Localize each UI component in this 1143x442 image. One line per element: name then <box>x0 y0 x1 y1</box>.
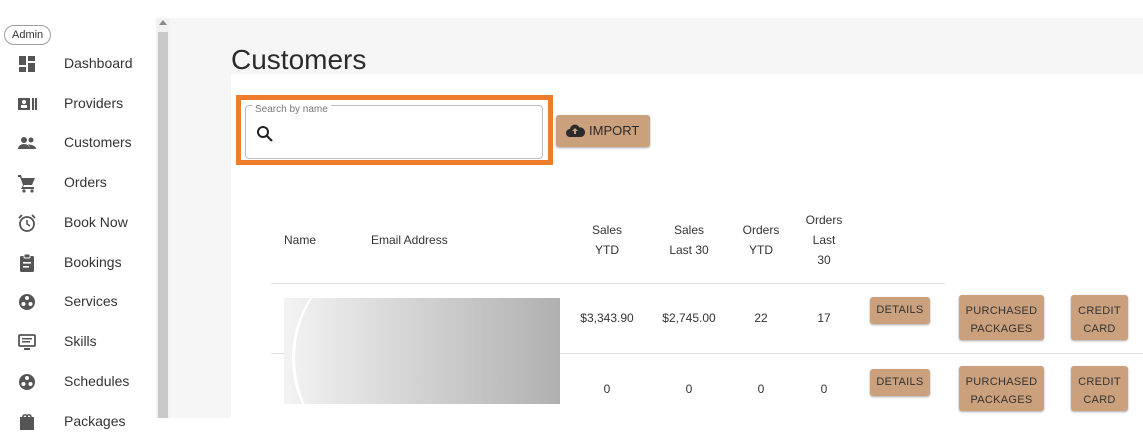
column-header-orders-last30: Orders Last 30 <box>801 210 847 270</box>
sidebar-item-label: Providers <box>64 95 124 111</box>
header-line: Last <box>812 233 836 247</box>
sidebar-item-orders[interactable]: Orders <box>0 163 156 203</box>
button-line: PURCHASED <box>965 305 1038 317</box>
details-button[interactable]: DETAILS <box>870 369 930 396</box>
sidebar-item-label: Packages <box>64 413 126 429</box>
network-icon <box>16 291 38 313</box>
sidebar-item-bookings[interactable]: Bookings <box>0 243 156 283</box>
sidebar-item-dashboard[interactable]: Dashboard <box>0 44 156 84</box>
sidebar-item-label: Skills <box>64 333 97 349</box>
column-header-sales-last30: Sales Last 30 <box>663 220 715 260</box>
network-icon <box>16 371 38 393</box>
button-line: CREDIT <box>1078 305 1121 317</box>
column-header-orders-ytd: Orders YTD <box>738 220 784 260</box>
sidebar-item-services[interactable]: Services <box>0 282 156 322</box>
sidebar-item-book-now[interactable]: Book Now <box>0 203 156 243</box>
cell-sales-last30: 0 <box>685 382 693 396</box>
header-line: Sales <box>591 223 623 237</box>
sidebar-scrollbar[interactable] <box>156 18 170 418</box>
sidebar-item-label: Customers <box>64 134 132 150</box>
header-line: 30 <box>817 253 831 267</box>
cell-sales-ytd: 0 <box>603 382 611 396</box>
credit-card-button[interactable]: CREDIT CARD <box>1071 366 1128 411</box>
button-line: PURCHASED <box>965 376 1038 388</box>
sidebar-item-packages[interactable]: Packages <box>0 402 156 442</box>
button-line: CREDIT <box>1078 376 1121 388</box>
import-button-label: IMPORT <box>589 123 640 138</box>
button-line: CARD <box>1083 394 1116 406</box>
sidebar-item-label: Schedules <box>64 373 130 389</box>
cell-orders-last30: 0 <box>820 382 828 396</box>
button-line: PACKAGES <box>970 394 1033 406</box>
sidebar: Admin Dashboard Providers Customers Orde… <box>0 0 156 430</box>
column-header-email: Email Address <box>371 233 448 247</box>
scroll-up-arrow-icon[interactable] <box>159 20 167 25</box>
purchased-packages-button[interactable]: PURCHASED PACKAGES <box>959 295 1044 340</box>
header-line: Orders <box>742 223 780 237</box>
cell-orders-ytd: 0 <box>757 382 765 396</box>
header-line: Sales <box>673 223 705 237</box>
header-line: Last 30 <box>669 243 709 257</box>
admin-badge: Admin <box>4 25 52 45</box>
column-header-name: Name <box>284 233 317 247</box>
sidebar-item-label: Book Now <box>64 214 128 230</box>
id-card-icon <box>16 93 38 115</box>
redaction-arc <box>284 298 344 404</box>
sidebar-item-label: Services <box>64 293 118 309</box>
dashboard-icon <box>16 53 38 75</box>
package-icon <box>16 411 38 433</box>
sidebar-item-label: Bookings <box>64 254 122 270</box>
credit-card-button[interactable]: CREDIT CARD <box>1071 295 1128 340</box>
cell-orders-last30: 17 <box>817 311 831 325</box>
people-icon <box>16 132 38 154</box>
sidebar-item-label: Orders <box>64 174 107 190</box>
clipboard-icon <box>16 252 38 274</box>
header-line: YTD <box>749 243 773 257</box>
scrollbar-thumb[interactable] <box>158 32 168 418</box>
cart-icon <box>16 172 38 194</box>
purchased-packages-button[interactable]: PURCHASED PACKAGES <box>959 366 1044 411</box>
cell-orders-ytd: 22 <box>754 311 768 325</box>
sidebar-item-skills[interactable]: Skills <box>0 322 156 362</box>
page-title: Customers <box>231 44 367 75</box>
search-icon <box>255 124 275 144</box>
sidebar-item-customers[interactable]: Customers <box>0 123 156 163</box>
sidebar-item-label: Dashboard <box>64 55 133 71</box>
sidebar-item-schedules[interactable]: Schedules <box>0 362 156 402</box>
cell-sales-ytd: $3,343.90 <box>580 311 634 325</box>
button-line: PACKAGES <box>970 323 1033 335</box>
search-input[interactable] <box>280 122 534 148</box>
alarm-clock-icon <box>16 212 38 234</box>
import-button[interactable]: IMPORT <box>556 115 650 147</box>
column-header-sales-ytd: Sales YTD <box>585 220 629 260</box>
header-divider <box>271 283 945 284</box>
details-button[interactable]: DETAILS <box>870 297 930 324</box>
cloud-upload-icon <box>565 122 586 140</box>
search-label: Search by name <box>252 104 331 115</box>
button-line: CARD <box>1083 323 1116 335</box>
header-line: Orders <box>805 213 843 227</box>
cell-sales-last30: $2,745.00 <box>662 311 716 325</box>
monitor-icon <box>16 331 38 353</box>
sidebar-item-providers[interactable]: Providers <box>0 84 156 124</box>
header-line: YTD <box>595 243 619 257</box>
